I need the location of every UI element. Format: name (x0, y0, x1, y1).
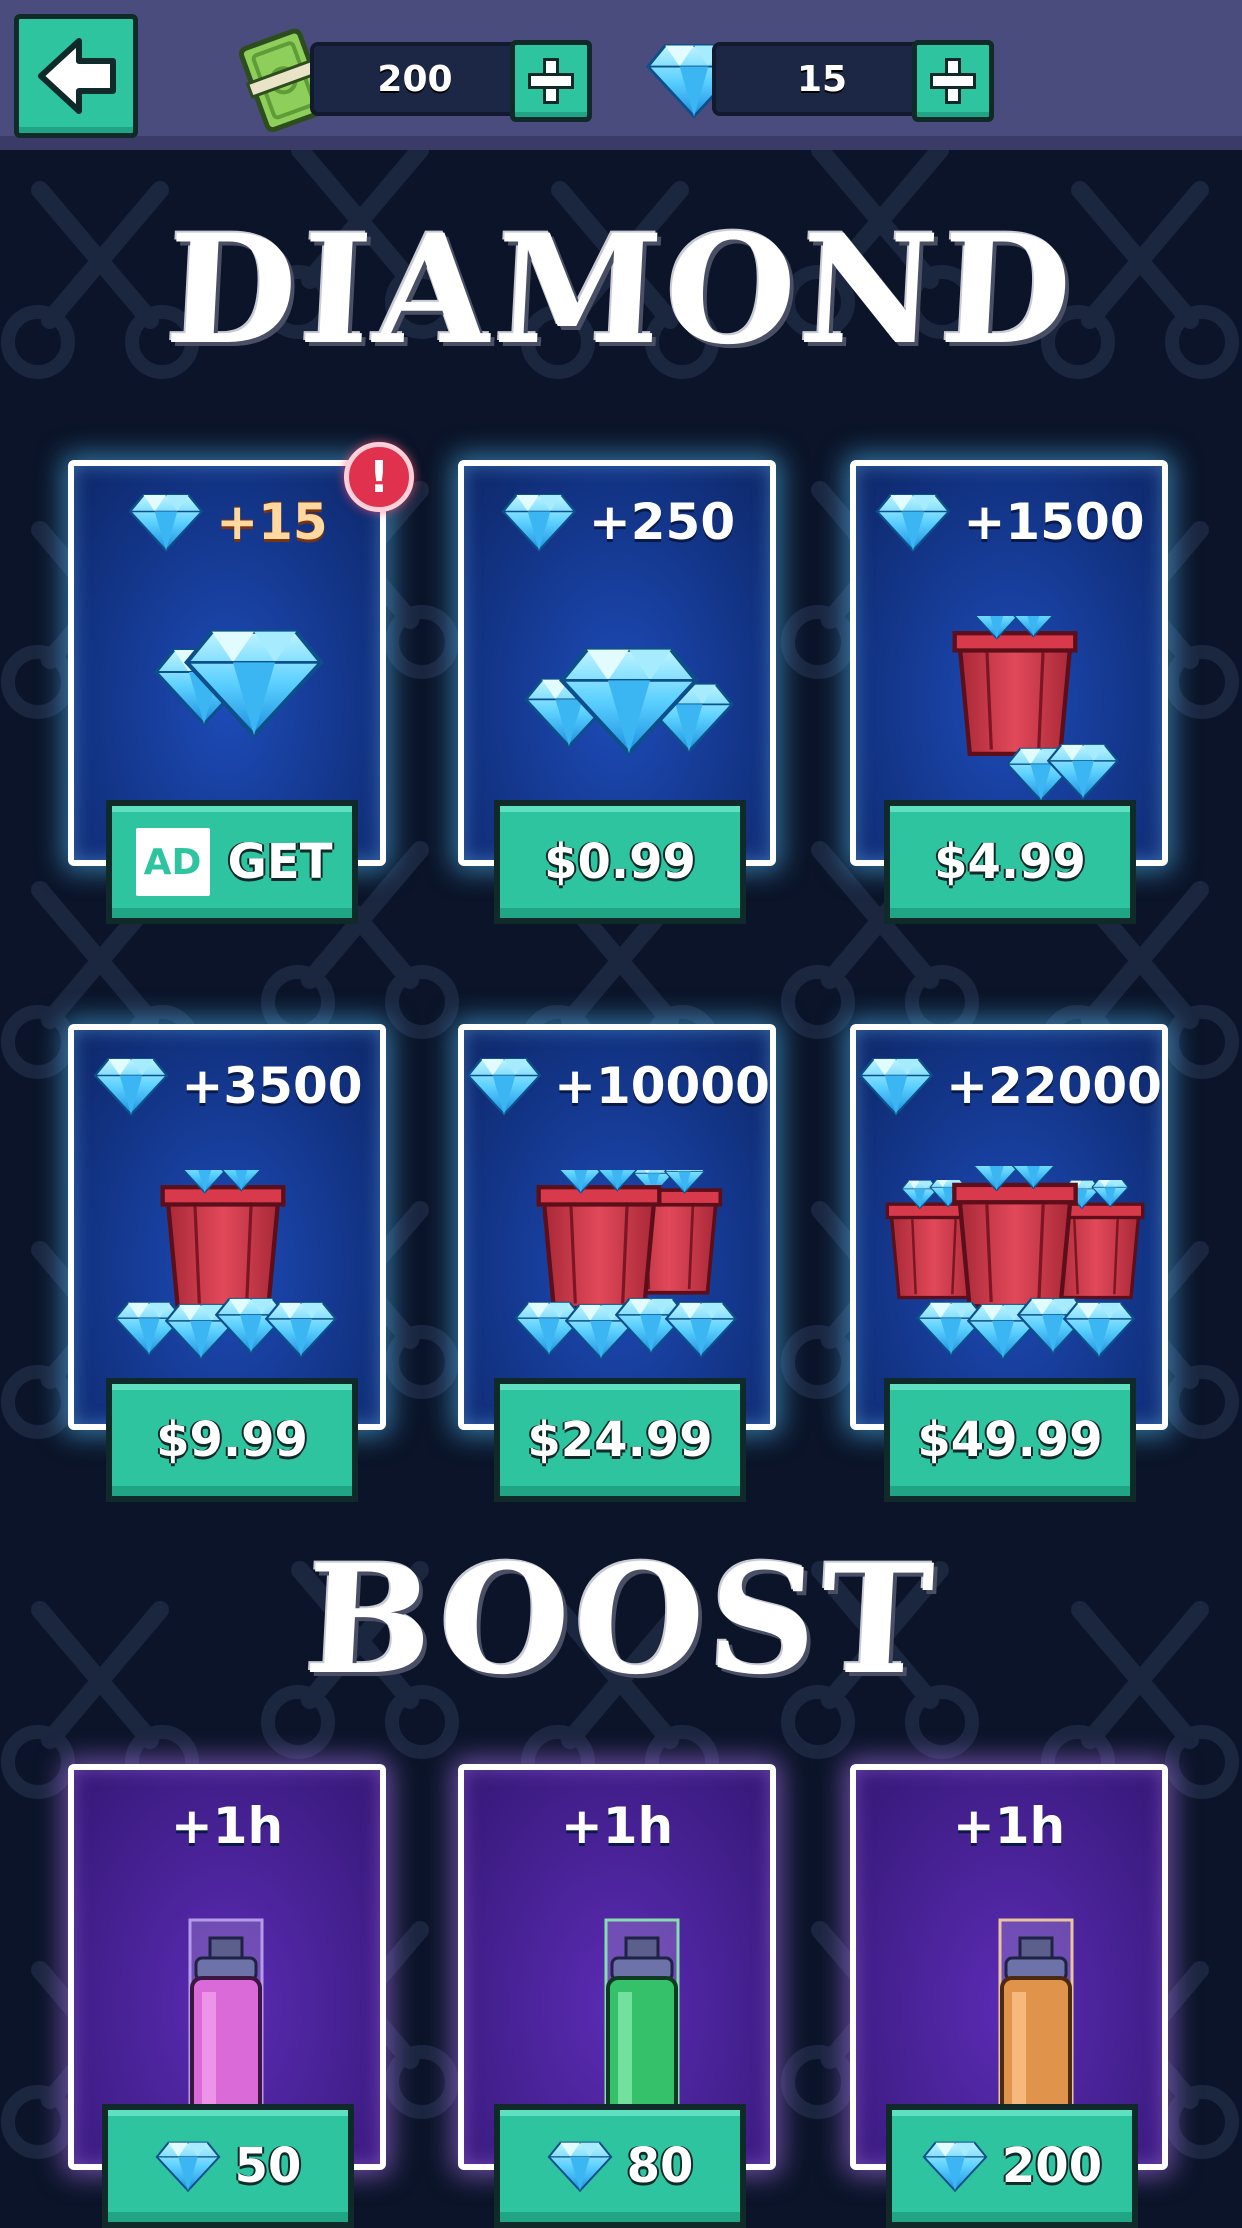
top-bar: 200 15 (0, 0, 1242, 150)
price-label: $9.99 (156, 1412, 308, 1468)
plus-icon (528, 58, 574, 104)
price-label: $24.99 (527, 1412, 713, 1468)
buy-diamonds-button[interactable]: $49.99 (884, 1378, 1136, 1502)
add-cash-button[interactable] (510, 40, 592, 122)
boost-price: 200 (1001, 2138, 1103, 2194)
buy-diamonds-button[interactable]: $24.99 (494, 1378, 746, 1502)
boost-price: 80 (626, 2138, 694, 2194)
back-button[interactable] (14, 14, 138, 138)
buy-diamonds-button[interactable]: $4.99 (884, 800, 1136, 924)
cash-value: 200 (377, 58, 453, 100)
boost-price: 50 (234, 2138, 302, 2194)
buy-boost-button[interactable]: 80 (494, 2104, 746, 2228)
cash-balance: 200 (310, 42, 520, 116)
get-free-diamonds-button[interactable]: AD GET (106, 800, 358, 924)
back-arrow-icon (38, 38, 116, 114)
diamond-pack-card-4: +3500 (68, 1024, 386, 1430)
ad-video-icon: AD (131, 824, 214, 900)
diamond-icon (922, 2140, 988, 2192)
diamond-pack-card-6: +22000 (850, 1024, 1168, 1430)
diamond-icon (155, 2140, 221, 2192)
price-label: $0.99 (544, 834, 696, 890)
alert-badge: ! (344, 442, 414, 512)
buy-diamonds-button[interactable]: $9.99 (106, 1378, 358, 1502)
price-label: $49.99 (917, 1412, 1103, 1468)
diamond-icon (547, 2140, 613, 2192)
boost-section-title: BOOST (300, 1532, 942, 1708)
diamond-buckets-illustration (856, 1030, 1174, 1360)
buy-boost-button[interactable]: 50 (102, 2104, 354, 2228)
plus-icon (930, 58, 976, 104)
diamond-buckets-illustration (514, 1030, 737, 1360)
button-label: GET (227, 834, 333, 890)
diamond-balance: 15 (712, 42, 932, 116)
buy-diamonds-button[interactable]: $0.99 (494, 800, 746, 924)
diamond-value: 15 (796, 58, 848, 100)
diamond-bucket-illustration (114, 1030, 337, 1360)
diamond-pack-card-5: +10000 (458, 1024, 776, 1430)
price-label: $4.99 (934, 834, 1086, 890)
add-diamonds-button[interactable] (912, 40, 994, 122)
buy-boost-button[interactable]: 200 (886, 2104, 1138, 2228)
diamond-section-title: DIAMOND (162, 202, 1080, 378)
